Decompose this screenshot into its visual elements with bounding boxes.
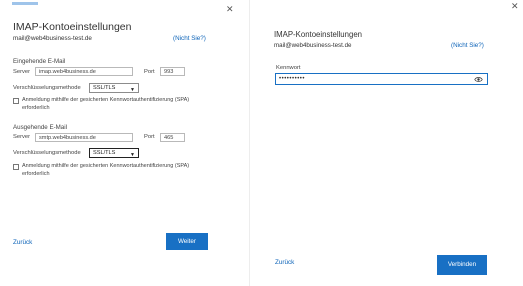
incoming-spa-checkbox[interactable] [13, 98, 19, 104]
account-email-right: mail@web4business-test.de [274, 42, 352, 49]
close-icon[interactable]: ✕ [226, 5, 234, 14]
close-icon[interactable]: ✕ [511, 2, 519, 11]
incoming-heading: Eingehende E-Mail [13, 58, 66, 65]
outgoing-encryption-label: Verschlüsselungsmethode [13, 150, 81, 156]
incoming-spa-label: Anmeldung mithilfe der gesicherten Kennw… [22, 97, 190, 111]
back-link-right[interactable]: Zurück [275, 259, 294, 266]
outgoing-server-label: Server [13, 134, 31, 140]
outgoing-port-label: Port [144, 134, 155, 140]
next-button[interactable]: Weiter [166, 233, 208, 250]
password-label: Kennwort [276, 65, 301, 71]
not-you-link-right[interactable]: (Nicht Sie?) [451, 42, 484, 49]
connect-button[interactable]: Verbinden [437, 255, 487, 275]
outgoing-port-input[interactable]: 465 [160, 133, 185, 142]
account-email: mail@web4business-test.de [13, 35, 92, 42]
password-input[interactable]: •••••••••• [275, 73, 488, 85]
incoming-port-label: Port [144, 69, 155, 75]
outgoing-encryption-select[interactable]: SSL/TLS ▼ [89, 148, 139, 158]
incoming-encryption-select[interactable]: SSL/TLS ▼ [89, 83, 139, 93]
not-you-link[interactable]: (Nicht Sie?) [173, 35, 206, 42]
page-title: IMAP-Kontoeinstellungen [13, 21, 132, 33]
incoming-port-input[interactable]: 993 [160, 67, 185, 76]
outgoing-spa-checkbox[interactable] [13, 164, 19, 170]
chevron-down-icon: ▼ [130, 87, 135, 93]
eye-icon[interactable] [474, 75, 483, 84]
title-bar-accent [12, 2, 38, 5]
panel-divider [249, 0, 250, 286]
outgoing-encryption-value: SSL/TLS [93, 150, 116, 156]
incoming-server-input[interactable]: imap.web4business.de [35, 67, 133, 76]
password-value: •••••••••• [279, 76, 306, 82]
outgoing-heading: Ausgehende E-Mail [13, 124, 68, 131]
incoming-server-label: Server [13, 69, 31, 75]
incoming-encryption-value: SSL/TLS [93, 85, 116, 91]
page-title-right: IMAP-Kontoeinstellungen [274, 30, 362, 39]
chevron-down-icon: ▼ [130, 152, 135, 158]
back-link[interactable]: Zurück [13, 239, 32, 246]
incoming-encryption-label: Verschlüsselungsmethode [13, 85, 81, 91]
outgoing-spa-label: Anmeldung mithilfe der gesicherten Kennw… [22, 163, 190, 177]
outgoing-server-input[interactable]: smtp.web4business.de [35, 133, 133, 142]
